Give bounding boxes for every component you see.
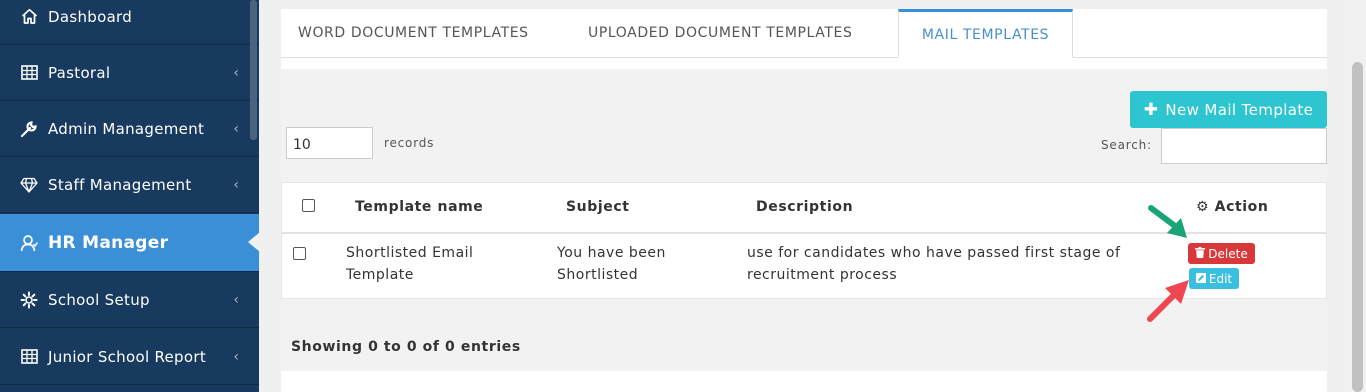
delete-button[interactable]: Delete <box>1188 243 1255 264</box>
wrench-icon <box>19 119 39 139</box>
chevron-left-icon: ‹ <box>233 291 239 308</box>
plus-icon: ✚ <box>1143 99 1159 120</box>
page-scrollbar[interactable] <box>1349 0 1366 392</box>
new-mail-template-button[interactable]: ✚ New Mail Template <box>1130 91 1327 128</box>
sidebar: Dashboard Pastoral ‹ Admin Management ‹ … <box>0 0 259 392</box>
entries-info: Showing 0 to 0 of 0 entries <box>291 339 521 355</box>
records-label: records <box>384 136 435 150</box>
sidebar-item-hr-manager[interactable]: HR Manager <box>0 214 259 272</box>
cell-line: You have been <box>557 245 666 261</box>
diamond-icon <box>19 175 39 195</box>
button-label: New Mail Template <box>1165 100 1314 119</box>
sidebar-item-label: Dashboard <box>48 7 133 26</box>
gear-icon: ⚙ <box>1196 199 1210 215</box>
cell-line: Template <box>346 267 414 283</box>
records-value: 10 <box>293 137 311 153</box>
cell-line: Shortlisted Email <box>346 245 474 261</box>
sidebar-item-junior-school-report[interactable]: Junior School Report ‹ <box>0 329 259 385</box>
button-label: Delete <box>1208 246 1248 261</box>
table-icon <box>19 347 39 367</box>
chevron-left-icon: ‹ <box>233 176 239 193</box>
header-action-label: Action <box>1214 199 1269 215</box>
header-action: ⚙ Action <box>1196 199 1268 215</box>
search-label: Search: <box>1101 138 1152 152</box>
sidebar-item-label: HR Manager <box>48 232 169 253</box>
mail-templates-panel: WORD DOCUMENT TEMPLATES UPLOADED DOCUMEN… <box>281 9 1327 392</box>
chevron-left-icon: ‹ <box>233 120 239 137</box>
tab-mail-templates[interactable]: MAIL TEMPLATES <box>898 9 1073 58</box>
sidebar-item-label: Junior School Report <box>48 347 207 366</box>
sidebar-item-school-setup[interactable]: School Setup ‹ <box>0 272 259 328</box>
tab-label: UPLOADED DOCUMENT TEMPLATES <box>588 25 853 41</box>
header-template-name[interactable]: Template name <box>355 199 483 215</box>
sidebar-item-label: Staff Management <box>48 175 192 194</box>
records-per-page-select[interactable]: 10 <box>286 127 373 159</box>
select-all-checkbox[interactable] <box>302 199 315 212</box>
cell-line: recruitment process <box>747 267 898 283</box>
sidebar-item-label: School Setup <box>48 290 150 309</box>
tab-label: MAIL TEMPLATES <box>921 26 1050 43</box>
cell-line: Shortlisted <box>557 267 639 283</box>
tab-bar: WORD DOCUMENT TEMPLATES UPLOADED DOCUMEN… <box>281 9 1327 58</box>
search-input[interactable] <box>1161 128 1327 164</box>
active-indicator <box>248 232 259 252</box>
sidebar-item-label: Pastoral <box>48 63 111 82</box>
chevron-left-icon: ‹ <box>233 64 239 81</box>
gear-icon <box>19 290 39 310</box>
sidebar-item-pastoral[interactable]: Pastoral ‹ <box>0 45 259 101</box>
cell-subject: You have been Shortlisted <box>557 242 666 286</box>
tab-word-document-templates[interactable]: WORD DOCUMENT TEMPLATES <box>298 9 529 57</box>
button-label: Edit <box>1208 271 1233 286</box>
red-arrow-icon <box>1147 280 1189 322</box>
cell-template-name: Shortlisted Email Template <box>346 242 473 286</box>
sidebar-item-admin-management[interactable]: Admin Management ‹ <box>0 101 259 157</box>
sidebar-scrollbar[interactable] <box>250 0 257 140</box>
row-checkbox[interactable] <box>293 247 306 260</box>
green-arrow-icon <box>1148 205 1187 238</box>
trash-icon <box>1195 246 1206 261</box>
footer-strip <box>281 371 1327 392</box>
home-icon <box>19 7 39 27</box>
sidebar-item-label: Admin Management <box>48 119 205 138</box>
sidebar-item-dashboard[interactable]: Dashboard <box>0 0 259 45</box>
header-description[interactable]: Description <box>756 199 853 215</box>
edit-icon <box>1195 272 1206 286</box>
tab-label: WORD DOCUMENT TEMPLATES <box>298 25 529 41</box>
scrollbar-thumb[interactable] <box>1352 62 1363 392</box>
cell-description: use for candidates who have passed first… <box>747 242 1120 286</box>
edit-button[interactable]: Edit <box>1189 268 1239 289</box>
sidebar-item-staff-management[interactable]: Staff Management ‹ <box>0 157 259 213</box>
chevron-left-icon: ‹ <box>233 348 239 365</box>
tab-uploaded-document-templates[interactable]: UPLOADED DOCUMENT TEMPLATES <box>588 9 852 57</box>
header-subject[interactable]: Subject <box>566 199 630 215</box>
table-icon <box>19 63 39 83</box>
user-icon <box>19 233 39 253</box>
cell-line: use for candidates who have passed first… <box>747 245 1121 261</box>
